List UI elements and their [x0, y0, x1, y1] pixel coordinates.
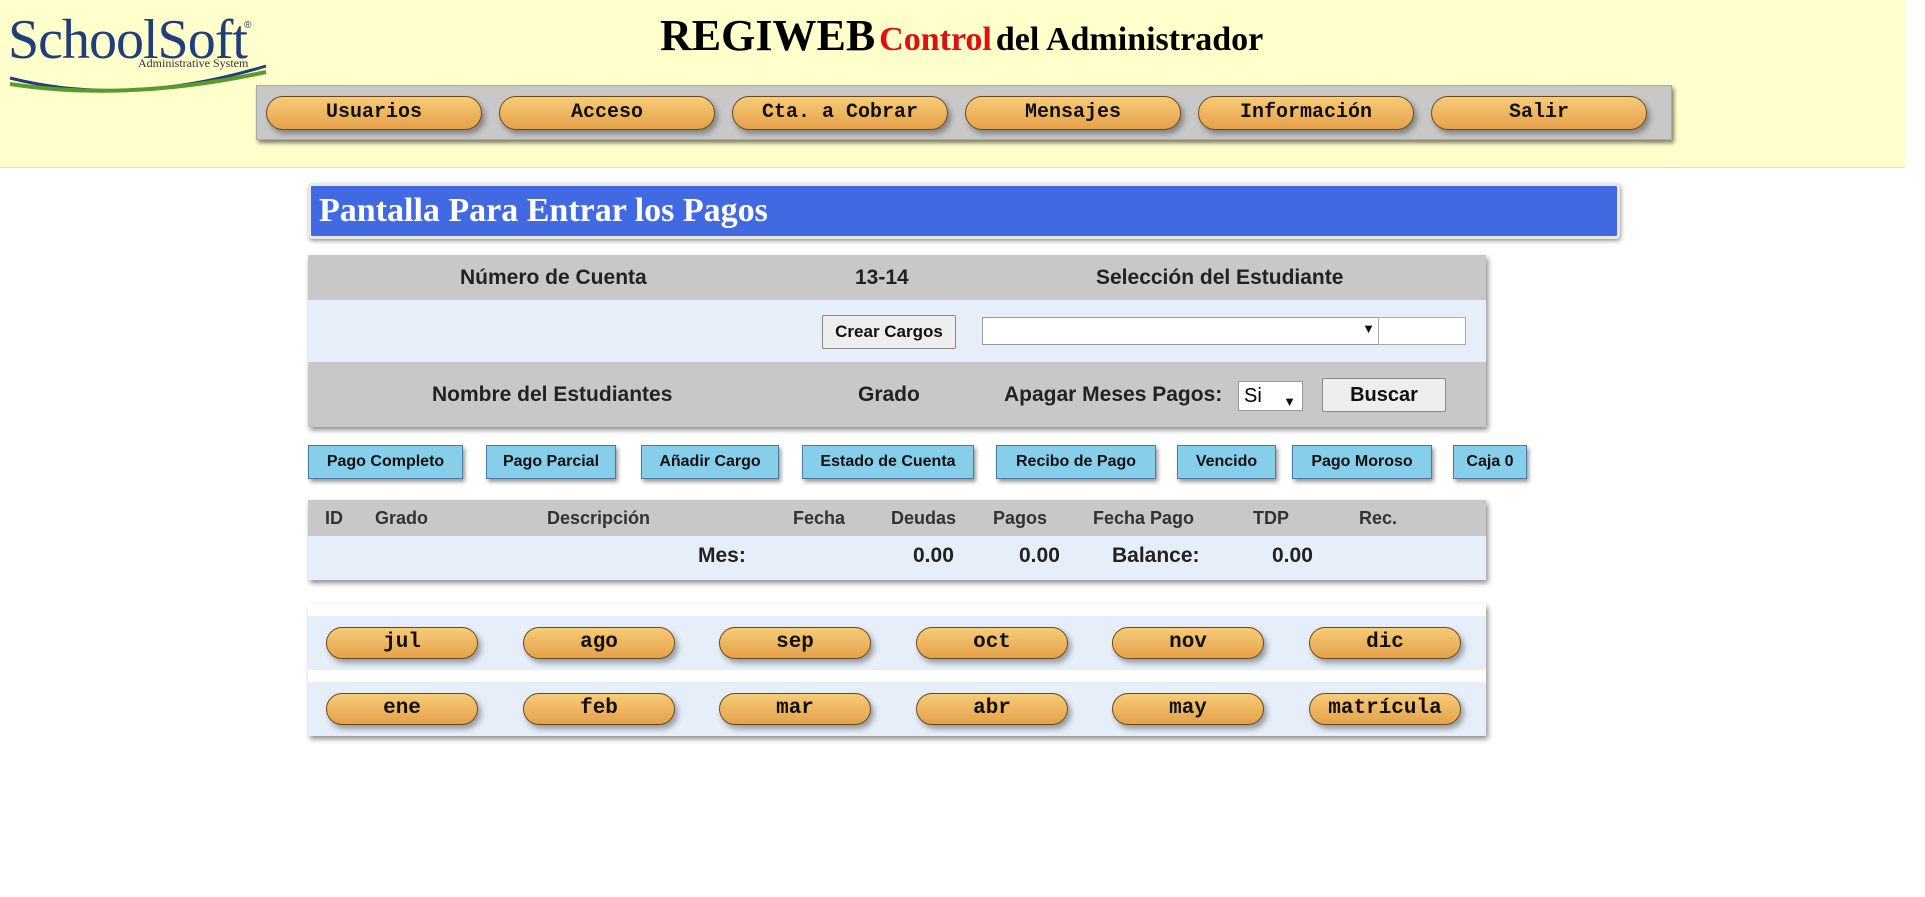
- logo-subtitle: Administrative System: [138, 56, 249, 70]
- month-sep-button[interactable]: sep: [719, 627, 871, 659]
- enrollment-button[interactable]: matrícula: [1309, 693, 1461, 725]
- menu-cta-cobrar-button[interactable]: Cta. a Cobrar: [732, 96, 948, 130]
- col-debts: Deudas: [891, 508, 957, 528]
- month-ago-button[interactable]: ago: [523, 627, 675, 659]
- main-menu: Usuarios Acceso Cta. a Cobrar Mensajes I…: [256, 85, 1672, 140]
- account-statement-button[interactable]: Estado de Cuenta: [802, 445, 974, 479]
- student-selection-label: Selección del Estudiante: [1096, 266, 1344, 289]
- chevron-down-icon: ▼: [1362, 321, 1375, 336]
- app-title: REGIWEB Control del Administrador: [660, 10, 1263, 61]
- form-row-select: Crear Cargos ▼: [308, 300, 1486, 362]
- col-receipt: Rec.: [1359, 508, 1398, 528]
- student-select[interactable]: ▼: [982, 317, 1382, 345]
- schoolsoft-logo[interactable]: SchoolSoft ® Administrative System: [8, 8, 268, 93]
- app-title-accent: Control: [879, 21, 992, 58]
- month-feb-button[interactable]: feb: [523, 693, 675, 725]
- student-id-input[interactable]: [1378, 317, 1466, 345]
- account-number-label: Número de Cuenta: [460, 266, 647, 289]
- menu-salir-button[interactable]: Salir: [1431, 96, 1647, 130]
- col-grade: Grado: [375, 508, 429, 528]
- turn-off-paid-months-value: Si: [1244, 385, 1262, 407]
- col-description: Descripción: [547, 508, 651, 528]
- month-oct-button[interactable]: oct: [916, 627, 1068, 659]
- grade-label: Grado: [858, 383, 920, 406]
- cash-register-button[interactable]: Caja 0: [1453, 445, 1527, 479]
- menu-acceso-button[interactable]: Acceso: [499, 96, 715, 130]
- late-payment-button[interactable]: Pago Moroso: [1292, 445, 1432, 479]
- payments-total: 0.00: [1019, 544, 1060, 567]
- school-year-label: 13-14: [855, 266, 909, 289]
- menu-mensajes-button[interactable]: Mensajes: [965, 96, 1181, 130]
- months-panel: jul ago sep oct nov dic ene feb mar abr …: [308, 604, 1486, 736]
- top-banner: SchoolSoft ® Administrative System REGIW…: [0, 0, 1905, 168]
- months-row-1: jul ago sep oct nov dic: [308, 616, 1486, 670]
- overdue-button[interactable]: Vencido: [1177, 445, 1276, 479]
- month-jul-button[interactable]: jul: [326, 627, 478, 659]
- col-payment-date: Fecha Pago: [1093, 508, 1195, 528]
- menu-usuarios-button[interactable]: Usuarios: [266, 96, 482, 130]
- debts-total: 0.00: [913, 544, 954, 567]
- app-title-rest: del Administrador: [995, 21, 1264, 58]
- turn-off-paid-months-select[interactable]: Si ▼: [1238, 381, 1303, 411]
- search-button[interactable]: Buscar: [1322, 378, 1446, 412]
- form-row-student: Nombre del Estudiantes Grado Apagar Mese…: [308, 362, 1486, 427]
- month-may-button[interactable]: may: [1112, 693, 1264, 725]
- months-row-2: ene feb mar abr may matrícula: [308, 682, 1486, 736]
- balance-label: Balance:: [1112, 544, 1200, 567]
- col-date: Fecha: [793, 508, 846, 528]
- create-charges-button[interactable]: Crear Cargos: [822, 315, 956, 349]
- full-payment-button[interactable]: Pago Completo: [308, 445, 463, 479]
- month-abr-button[interactable]: abr: [916, 693, 1068, 725]
- chevron-down-icon: ▼: [1283, 394, 1296, 409]
- month-dic-button[interactable]: dic: [1309, 627, 1461, 659]
- table-header-row: ID Grado Descripción Fecha Deudas Pagos …: [308, 500, 1486, 536]
- form-row-account: Número de Cuenta 13-14 Selección del Est…: [308, 255, 1486, 300]
- turn-off-paid-months-label: Apagar Meses Pagos:: [1004, 383, 1223, 406]
- payments-table: ID Grado Descripción Fecha Deudas Pagos …: [308, 500, 1486, 580]
- page-title-bar: Pantalla Para Entrar los Pagos: [308, 183, 1620, 239]
- partial-payment-button[interactable]: Pago Parcial: [486, 445, 616, 479]
- month-mar-button[interactable]: mar: [719, 693, 871, 725]
- month-total-label: Mes:: [698, 544, 746, 567]
- col-tdp: TDP: [1253, 508, 1289, 528]
- menu-informacion-button[interactable]: Información: [1198, 96, 1414, 130]
- month-nov-button[interactable]: nov: [1112, 627, 1264, 659]
- col-id: ID: [325, 508, 343, 528]
- add-charge-button[interactable]: Añadir Cargo: [641, 445, 779, 479]
- balance-value: 0.00: [1272, 544, 1313, 567]
- page-title: Pantalla Para Entrar los Pagos: [319, 192, 768, 229]
- registered-mark-icon: ®: [244, 20, 252, 31]
- col-payments: Pagos: [993, 508, 1048, 528]
- search-form: Número de Cuenta 13-14 Selección del Est…: [308, 255, 1486, 427]
- app-title-main: REGIWEB: [660, 11, 876, 60]
- month-ene-button[interactable]: ene: [326, 693, 478, 725]
- payment-receipt-button[interactable]: Recibo de Pago: [996, 445, 1156, 479]
- table-totals-row: Mes: 0.00 0.00 Balance: 0.00: [308, 536, 1486, 580]
- student-name-label: Nombre del Estudiantes: [432, 383, 673, 406]
